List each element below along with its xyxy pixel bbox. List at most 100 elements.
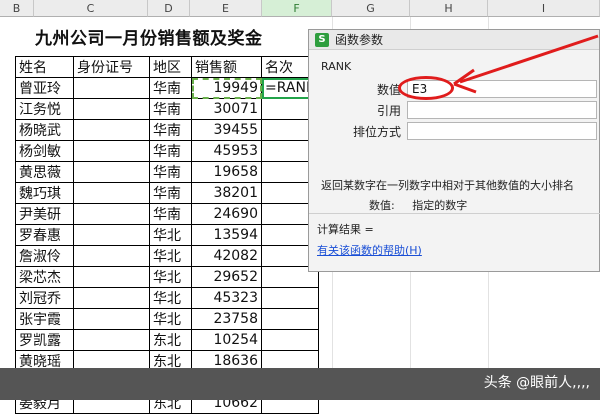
cell-region[interactable]: 华南 [149, 140, 192, 162]
col-header-G[interactable]: G [332, 0, 410, 17]
cell-sales[interactable]: 42082 [191, 245, 262, 267]
param-description: 数值: 指定的数字 [369, 197, 467, 213]
cell-sales[interactable]: 13594 [191, 224, 262, 246]
cell-name[interactable]: 罗春惠 [15, 224, 74, 246]
col-header-E[interactable]: E [190, 0, 262, 17]
app-icon: S [315, 32, 329, 47]
cell-sales[interactable]: 23758 [191, 308, 262, 330]
cell-name[interactable]: 罗凯露 [15, 329, 74, 351]
cell-name[interactable]: 杨晓武 [15, 119, 74, 141]
cell-sales[interactable]: 29652 [191, 266, 262, 288]
cell-region[interactable]: 华北 [149, 245, 192, 267]
cell-name[interactable]: 杨剑敏 [15, 140, 74, 162]
table-row: 江务悦 华南 30071 [15, 98, 320, 120]
function-description: 返回某数字在一列数字中相对于其他数值的大小排名 [321, 179, 574, 192]
cell-rank[interactable] [260, 308, 320, 330]
sales-table: 姓名 身份证号 地区 销售额 名次 曾亚玲 华南 19949 =RANK 江务悦 华南 30… [15, 56, 320, 414]
cell-name[interactable]: 黄思薇 [15, 161, 74, 183]
help-link[interactable]: 有关该函数的帮助(H) [317, 242, 422, 258]
col-header-D[interactable]: D [148, 0, 190, 17]
sheet-title: 九州公司一月份销售额及奖金 [35, 29, 263, 49]
header-name[interactable]: 姓名 [15, 56, 74, 78]
cell-sales[interactable]: 45953 [191, 140, 262, 162]
calc-result: 计算结果 = [317, 223, 374, 236]
cell-region[interactable]: 华北 [149, 287, 192, 309]
cell-id[interactable] [73, 161, 150, 183]
cell-id[interactable] [73, 224, 150, 246]
cell-id[interactable] [73, 98, 150, 120]
cell-region[interactable]: 东北 [149, 329, 192, 351]
col-header-F[interactable]: F [262, 0, 332, 17]
cell-name[interactable]: 江务悦 [15, 98, 74, 120]
cell-sales[interactable]: 45323 [191, 287, 262, 309]
table-row: 尹美研 华南 24690 [15, 203, 320, 225]
header-sales[interactable]: 销售额 [191, 56, 262, 78]
cell-id[interactable] [73, 266, 150, 288]
cell-region[interactable]: 华北 [149, 266, 192, 288]
cell-name[interactable]: 张宇霞 [15, 308, 74, 330]
param-input-order[interactable] [407, 122, 597, 140]
divider [309, 213, 600, 214]
dialog-title: 函数参数 [335, 33, 384, 47]
table-row: 魏巧琪 华南 38201 [15, 182, 320, 204]
table-row: 曾亚玲 华南 19949 =RANK [15, 77, 320, 99]
cell-sales[interactable]: 19949 [191, 77, 262, 99]
cell-id[interactable] [73, 308, 150, 330]
cell-region[interactable]: 华南 [149, 182, 192, 204]
col-header-C[interactable]: C [34, 0, 148, 17]
cell-sales[interactable]: 30071 [191, 98, 262, 120]
header-region[interactable]: 地区 [149, 56, 192, 78]
table-row: 杨晓武 华南 39455 [15, 119, 320, 141]
cell-id[interactable] [73, 182, 150, 204]
cell-region[interactable]: 华南 [149, 98, 192, 120]
param-label-order: 排位方式 [352, 125, 401, 139]
header-id[interactable]: 身份证号 [73, 56, 150, 78]
table-row: 杨剑敏 华南 45953 [15, 140, 320, 162]
cell-region[interactable]: 华南 [149, 161, 192, 183]
cell-id[interactable] [73, 203, 150, 225]
col-header-H[interactable]: H [410, 0, 488, 17]
cell-sales[interactable]: 39455 [191, 119, 262, 141]
cell-name[interactable]: 尹美研 [15, 203, 74, 225]
cell-sales[interactable]: 10254 [191, 329, 262, 351]
table-row: 罗春惠 华北 13594 [15, 224, 320, 246]
param-input-ref[interactable] [407, 101, 597, 119]
bottom-bar: 头条 @眼前人,,,, [0, 368, 600, 400]
param-desc-text: 指定的数字 [412, 199, 468, 212]
cell-id[interactable] [73, 287, 150, 309]
cell-region[interactable]: 华南 [149, 203, 192, 225]
param-label-ref: 引用 [376, 104, 401, 118]
param-label-number: 数值 [376, 83, 401, 97]
cell-id[interactable] [73, 119, 150, 141]
cell-region[interactable]: 华北 [149, 308, 192, 330]
cell-name[interactable]: 魏巧琪 [15, 182, 74, 204]
cell-name[interactable]: 刘冠乔 [15, 287, 74, 309]
cell-sales[interactable]: 38201 [191, 182, 262, 204]
cell-region[interactable]: 华南 [149, 77, 192, 99]
cell-sales[interactable]: 24690 [191, 203, 262, 225]
cell-name[interactable]: 梁芯杰 [15, 266, 74, 288]
cell-region[interactable]: 华北 [149, 224, 192, 246]
table-row: 罗凯露 东北 10254 [15, 329, 320, 351]
cell-region[interactable]: 华南 [149, 119, 192, 141]
param-desc-label: 数值: [369, 199, 395, 212]
cell-rank[interactable] [260, 287, 320, 309]
col-header-B[interactable]: B [0, 0, 34, 17]
cell-id[interactable] [73, 140, 150, 162]
table-row: 张宇霞 华北 23758 [15, 308, 320, 330]
cell-name[interactable]: 詹淑伶 [15, 245, 74, 267]
table-row: 梁芯杰 华北 29652 [15, 266, 320, 288]
cell-name[interactable]: 曾亚玲 [15, 77, 74, 99]
table-row: 詹淑伶 华北 42082 [15, 245, 320, 267]
table-row: 黄思薇 华南 19658 [15, 161, 320, 183]
cell-id[interactable] [73, 77, 150, 99]
watermark: 头条 @眼前人,,,, [483, 375, 590, 391]
table-row: 刘冠乔 华北 45323 [15, 287, 320, 309]
cell-id[interactable] [73, 329, 150, 351]
cell-id[interactable] [73, 245, 150, 267]
cell-rank[interactable] [260, 329, 320, 351]
cell-sales[interactable]: 19658 [191, 161, 262, 183]
table-header-row: 姓名 身份证号 地区 销售额 名次 [15, 56, 320, 78]
col-header-I[interactable]: I [488, 0, 600, 17]
function-name: RANK [321, 60, 352, 73]
